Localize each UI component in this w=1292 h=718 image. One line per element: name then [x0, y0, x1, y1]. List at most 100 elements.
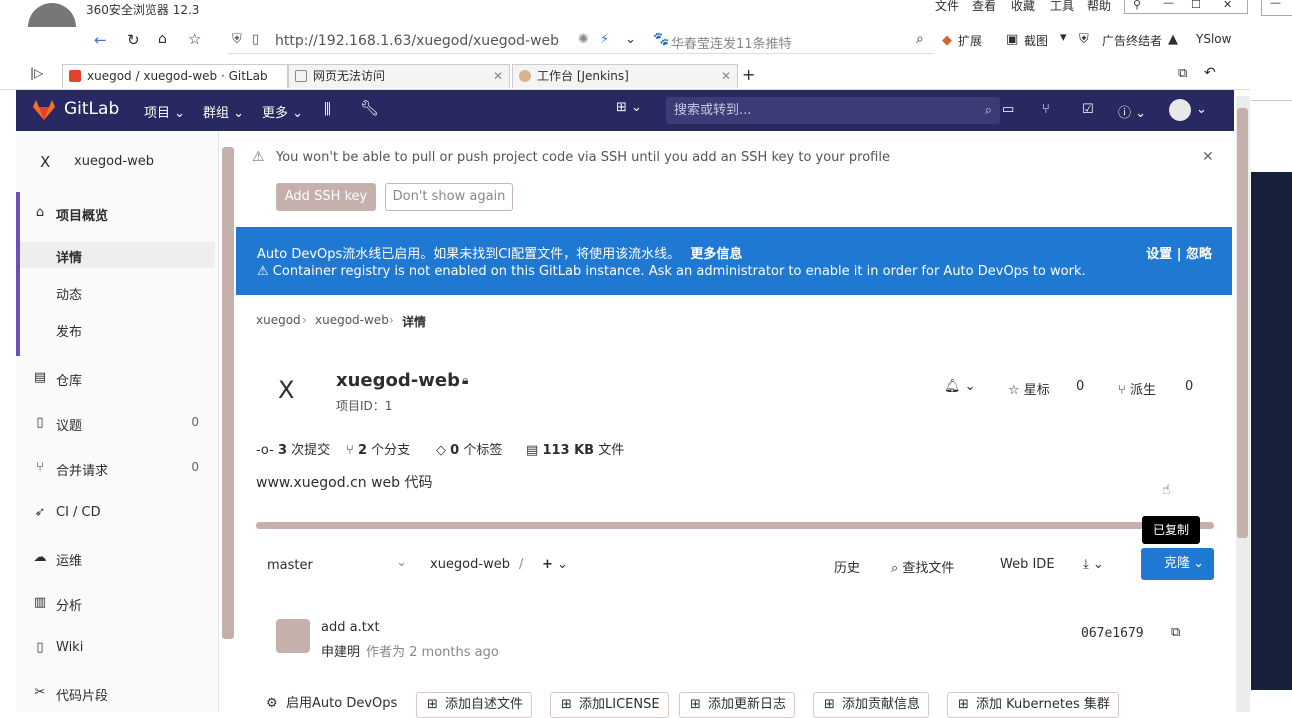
commit-title[interactable]: add a.txt: [321, 620, 380, 635]
fork-button[interactable]: ⑂ 派生: [1118, 379, 1156, 398]
maximize-icon[interactable]: ☐: [1191, 0, 1201, 11]
new-item-plus-icon[interactable]: ⊞ ⌄: [616, 100, 642, 115]
merge-requests-icon[interactable]: ⑂: [1042, 102, 1050, 117]
extensions-label[interactable]: 扩展: [958, 32, 982, 49]
help-icon[interactable]: ⓘ ⌄: [1118, 102, 1146, 121]
branch-selector[interactable]: master ⌄: [256, 552, 411, 580]
add-contributing-button[interactable]: ⊞ 添加贡献信息: [813, 692, 930, 718]
screenshot-icon[interactable]: ▣: [1006, 32, 1018, 47]
commit-author[interactable]: 申建明: [321, 641, 360, 660]
nav-projects[interactable]: 项目 ⌄: [144, 102, 185, 121]
menu-view[interactable]: 查看: [972, 0, 996, 14]
star-button[interactable]: ☆ 星标: [1008, 379, 1050, 398]
url-text[interactable]: http://192.168.1.63/xuegod/xuegod-web: [275, 33, 559, 49]
todo-icon[interactable]: ▭: [1002, 102, 1014, 117]
add-readme-button[interactable]: ⊞ 添加自述文件: [416, 692, 533, 718]
search-hint[interactable]: 华春莹连发11条推特: [671, 33, 792, 52]
activity-chart-icon[interactable]: ⫼: [324, 100, 331, 118]
user-avatar[interactable]: [1169, 99, 1191, 121]
star-count[interactable]: 0: [1076, 379, 1084, 394]
commit-author-avatar[interactable]: [276, 619, 310, 653]
menu-favorites[interactable]: 收藏: [1011, 0, 1035, 14]
issues-icon[interactable]: ☑: [1082, 102, 1094, 117]
notification-bell-icon[interactable]: 🔔︎ ⌄: [944, 379, 976, 394]
menu-tools[interactable]: 工具: [1050, 0, 1074, 14]
add-changelog-button[interactable]: ⊞ 添加更新日志: [679, 692, 796, 718]
sidebar-sub-details[interactable]: 详情: [56, 247, 82, 266]
gitlab-logo-icon[interactable]: [32, 99, 56, 121]
enable-auto-devops-button[interactable]: ⚙ 启用Auto DevOps: [256, 692, 406, 718]
breadcrumb-project[interactable]: xuegod-web: [315, 313, 389, 327]
tab-error-page[interactable]: 网页无法访问 ✕: [288, 64, 510, 88]
sidebar-project-name[interactable]: xuegod-web: [74, 154, 154, 169]
close-window-icon[interactable]: ✕: [1223, 0, 1232, 11]
add-kubernetes-button[interactable]: ⊞ 添加 Kubernetes 集群: [947, 692, 1119, 718]
quick-action-label: 启用Auto DevOps: [286, 696, 398, 711]
history-button[interactable]: 历史: [834, 557, 860, 576]
copy-sha-icon[interactable]: ⧉: [1171, 625, 1180, 640]
stat-tags[interactable]: ◇ 0 个标签: [436, 439, 502, 458]
nav-more[interactable]: 更多 ⌄: [262, 102, 303, 121]
web-ide-button[interactable]: Web IDE: [1000, 557, 1055, 572]
new-tab-button[interactable]: +: [742, 65, 755, 84]
yslow-icon[interactable]: ▲: [1168, 32, 1178, 47]
project-sidebar: X xuegod-web ⌂ 项目概览 详情 动态 发布 ▤ 仓库 ▯ 议题 0…: [16, 131, 219, 712]
tab-jenkins[interactable]: 工作台 [Jenkins] ✕: [512, 64, 738, 88]
close-alert-icon[interactable]: ✕: [1202, 149, 1214, 165]
screenshot-label[interactable]: 截图: [1024, 32, 1048, 49]
yslow-label[interactable]: YSlow: [1196, 32, 1231, 46]
sidebar-sub-activity[interactable]: 动态: [56, 284, 82, 303]
user-menu-chevron-icon[interactable]: ⌄: [1196, 102, 1207, 117]
stat-branches[interactable]: ⑂ 2 个分支: [346, 439, 410, 458]
back-icon[interactable]: ←: [94, 31, 107, 49]
extension-icon[interactable]: ◆: [942, 33, 952, 48]
commit-sha[interactable]: 067e1679: [1081, 626, 1144, 641]
download-dropdown[interactable]: ⤓ ⌄: [1083, 557, 1104, 572]
add-file-dropdown[interactable]: + ⌄: [542, 557, 568, 572]
lightning-icon[interactable]: ⚡: [600, 32, 609, 47]
find-file-button[interactable]: ⌕ 查找文件: [891, 557, 954, 576]
menu-file[interactable]: 文件: [935, 0, 959, 14]
screenshot-dropdown-icon[interactable]: ▾: [1060, 30, 1067, 45]
add-license-button[interactable]: ⊞ 添加LICENSE: [550, 692, 669, 718]
search-input[interactable]: 搜索或转到... ⌕: [666, 97, 1000, 124]
minimize-icon[interactable]: —: [1270, 0, 1281, 9]
search-icon[interactable]: ⌕: [916, 31, 924, 47]
dont-show-again-button[interactable]: Don't show again: [385, 183, 513, 211]
close-tab-icon[interactable]: ✕: [493, 65, 503, 87]
project-avatar[interactable]: X: [40, 153, 50, 171]
sidebar-sub-releases[interactable]: 发布: [56, 321, 82, 340]
menu-help[interactable]: 帮助: [1087, 0, 1111, 14]
tab-gitlab[interactable]: xuegod / xuegod-web · GitLab: [62, 64, 288, 88]
stat-commits[interactable]: -o- 3 次提交: [256, 439, 330, 458]
adblock-icon[interactable]: ⛨: [1079, 32, 1089, 47]
path-root[interactable]: xuegod-web: [430, 557, 510, 572]
breadcrumb-group[interactable]: xuegod: [256, 313, 301, 327]
stat-files[interactable]: ▤ 113 KB 文件: [526, 439, 624, 458]
sidebar-toggle-icon[interactable]: |▷: [30, 66, 43, 80]
sidebar-item-overview[interactable]: ⌂ 项目概览: [16, 205, 219, 225]
refresh-icon[interactable]: ↻: [127, 31, 140, 49]
nav-groups[interactable]: 群组 ⌄: [203, 102, 244, 121]
dismiss-link[interactable]: 忽略: [1186, 247, 1212, 262]
adblock-label[interactable]: 广告终结者: [1102, 32, 1162, 49]
favorite-star-icon[interactable]: ☆: [188, 30, 201, 48]
more-info-link[interactable]: 更多信息: [690, 247, 742, 262]
gitlab-logo-text[interactable]: GitLab: [64, 99, 119, 119]
home-icon[interactable]: ⌂: [158, 31, 167, 47]
fork-count[interactable]: 0: [1185, 379, 1193, 394]
add-ssh-key-button[interactable]: Add SSH key: [276, 183, 376, 211]
tab-list-icon[interactable]: ⧉: [1178, 66, 1187, 81]
dropdown-icon[interactable]: ⌄: [625, 32, 636, 47]
page-scrollbar-thumb[interactable]: [1237, 108, 1248, 538]
admin-wrench-icon[interactable]: 🔧︎: [360, 99, 379, 117]
warning-icon: ⚠: [252, 149, 265, 165]
settings-link[interactable]: 设置: [1146, 247, 1172, 262]
address-field[interactable]: ⛨ ▯ http://192.168.1.63/xuegod/xuegod-we…: [228, 30, 934, 54]
undo-close-icon[interactable]: ↶: [1204, 65, 1216, 81]
minimize-icon[interactable]: —: [1163, 0, 1174, 9]
close-tab-icon[interactable]: ✕: [721, 65, 731, 87]
pin-icon[interactable]: ⚲: [1133, 0, 1141, 11]
sidebar-scrollbar[interactable]: [222, 147, 234, 639]
clone-button[interactable]: 克隆 ⌄: [1141, 548, 1214, 580]
